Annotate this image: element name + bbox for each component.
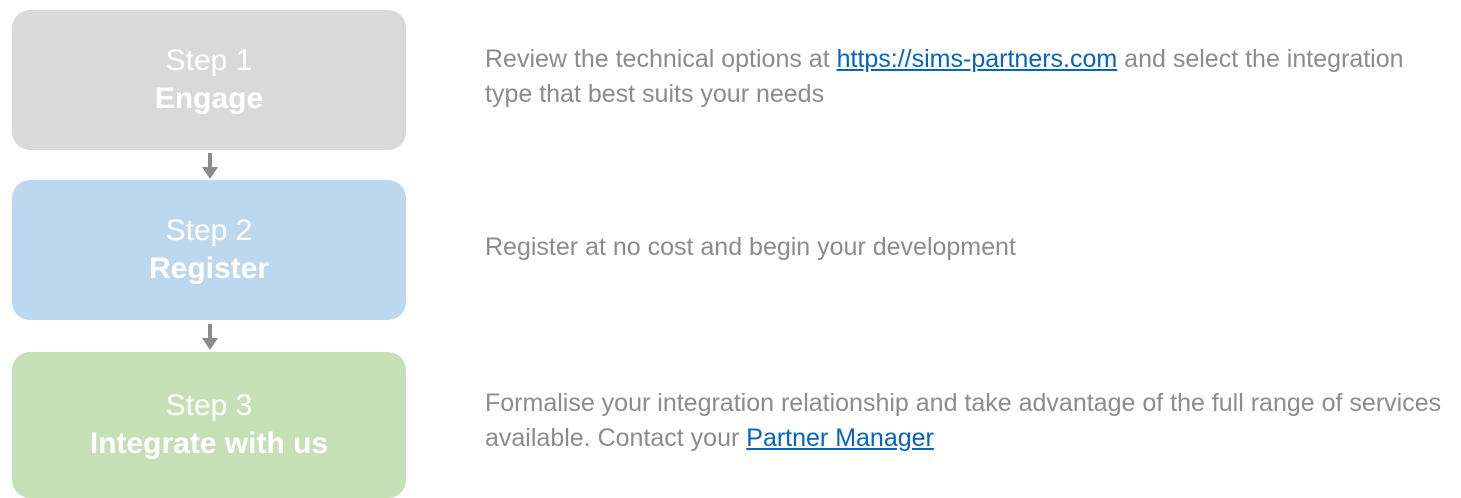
step-3-number: Step 3	[165, 389, 253, 422]
step-1-description-before: Review the technical options at	[485, 45, 837, 73]
step-1-name: Engage	[154, 82, 264, 115]
arrow-down-icon	[202, 153, 218, 179]
step-2-box: Step 2 Register	[12, 180, 406, 320]
step-2-description: Register at no cost and begin your devel…	[485, 230, 1455, 265]
sims-partners-link[interactable]: https://sims-partners.com	[837, 45, 1118, 73]
step-1-number: Step 1	[165, 44, 253, 77]
step-3-name: Integrate with us	[89, 427, 329, 460]
step-3-box: Step 3 Integrate with us	[12, 352, 406, 498]
partner-manager-link[interactable]: Partner Manager	[746, 424, 934, 452]
step-2-name: Register	[148, 252, 270, 285]
step-1-box: Step 1 Engage	[12, 10, 406, 150]
step-1-description: Review the technical options at https://…	[485, 42, 1455, 112]
arrow-down-icon	[202, 324, 218, 350]
step-2-number: Step 2	[165, 214, 253, 247]
step-3-description-before: Formalise your integration relationship …	[485, 389, 1442, 452]
step-2-description-text: Register at no cost and begin your devel…	[485, 233, 1016, 261]
step-3-description: Formalise your integration relationship …	[485, 386, 1455, 456]
